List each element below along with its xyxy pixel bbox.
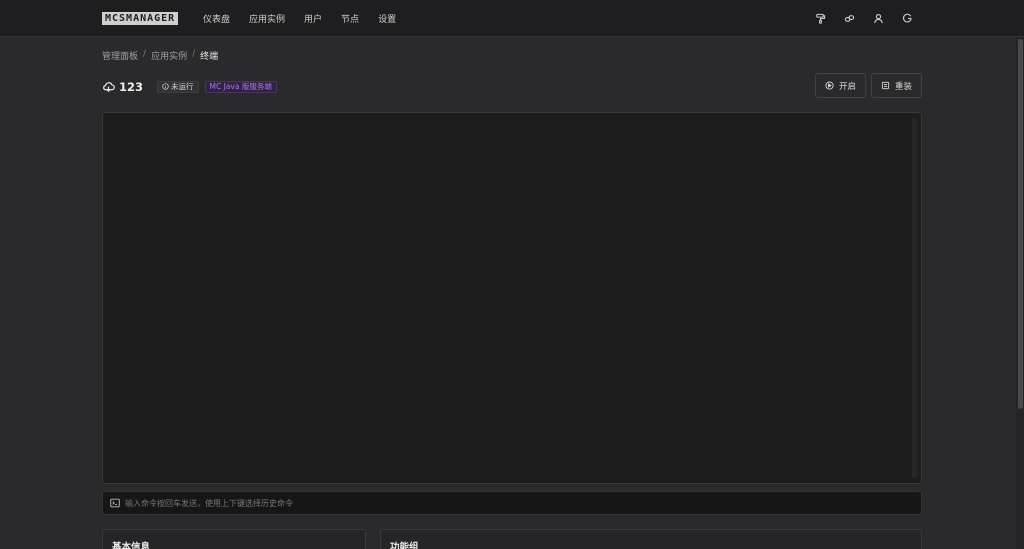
breadcrumb-separator: / bbox=[192, 49, 196, 59]
nav-item-nodes[interactable]: 节点 bbox=[341, 12, 359, 25]
info-circle-icon bbox=[162, 83, 169, 90]
logout-icon[interactable] bbox=[900, 12, 914, 26]
page: MCSMANAGER 仪表盘 应用实例 用户 节点 设置 管理面板 / 应用实例… bbox=[0, 0, 1024, 549]
status-badge: 未运行 bbox=[157, 80, 199, 93]
reinstall-button-label: 重装 bbox=[894, 81, 912, 92]
instance-name: 123 bbox=[119, 79, 144, 94]
nav-item-dashboard[interactable]: 仪表盘 bbox=[203, 12, 230, 25]
basic-info-card: 基本信息 bbox=[102, 529, 366, 549]
main-nav: 仪表盘 应用实例 用户 节点 设置 bbox=[203, 0, 415, 37]
function-group-card: 功能组 bbox=[380, 529, 922, 549]
breadcrumb: 管理面板 / 应用实例 / 终端 bbox=[102, 49, 218, 62]
logo[interactable]: MCSMANAGER bbox=[102, 12, 179, 25]
reinstall-button[interactable]: 重装 bbox=[870, 73, 922, 98]
instance-actions: 开启 重装 bbox=[814, 73, 922, 98]
start-button[interactable]: 开启 bbox=[814, 73, 866, 98]
instance-type-badge: MC Java 版服务端 bbox=[204, 80, 277, 93]
page-scrollbar-thumb[interactable] bbox=[1018, 39, 1023, 409]
nav-item-settings[interactable]: 设置 bbox=[378, 12, 396, 25]
breadcrumb-item-instances[interactable]: 应用实例 bbox=[151, 49, 187, 62]
terminal-icon bbox=[110, 498, 121, 509]
user-icon[interactable] bbox=[871, 12, 885, 26]
link-icon[interactable] bbox=[842, 12, 856, 26]
cloud-icon bbox=[102, 80, 116, 94]
terminal-scrollbar[interactable] bbox=[912, 118, 917, 478]
command-bar bbox=[102, 491, 922, 515]
nav-item-instances[interactable]: 应用实例 bbox=[249, 12, 285, 25]
terminal-output[interactable] bbox=[102, 112, 922, 484]
command-input[interactable] bbox=[125, 492, 921, 514]
start-button-label: 开启 bbox=[838, 81, 856, 92]
page-scrollbar[interactable] bbox=[1016, 37, 1024, 549]
breadcrumb-item-panel[interactable]: 管理面板 bbox=[102, 49, 138, 62]
play-circle-icon bbox=[825, 81, 834, 90]
nav-item-users[interactable]: 用户 bbox=[304, 12, 322, 25]
instance-header: 123 未运行 MC Java 版服务端 bbox=[102, 78, 283, 95]
reinstall-icon bbox=[881, 81, 890, 90]
status-text: 未运行 bbox=[171, 82, 194, 91]
breadcrumb-item-terminal: 终端 bbox=[200, 52, 219, 62]
top-navbar: MCSMANAGER 仪表盘 应用实例 用户 节点 设置 bbox=[0, 0, 1024, 37]
paint-roller-icon[interactable] bbox=[813, 12, 827, 26]
toolbar-icons bbox=[798, 0, 914, 37]
breadcrumb-separator: / bbox=[143, 49, 147, 59]
function-group-title: 功能组 bbox=[390, 542, 419, 549]
basic-info-title: 基本信息 bbox=[112, 542, 151, 549]
